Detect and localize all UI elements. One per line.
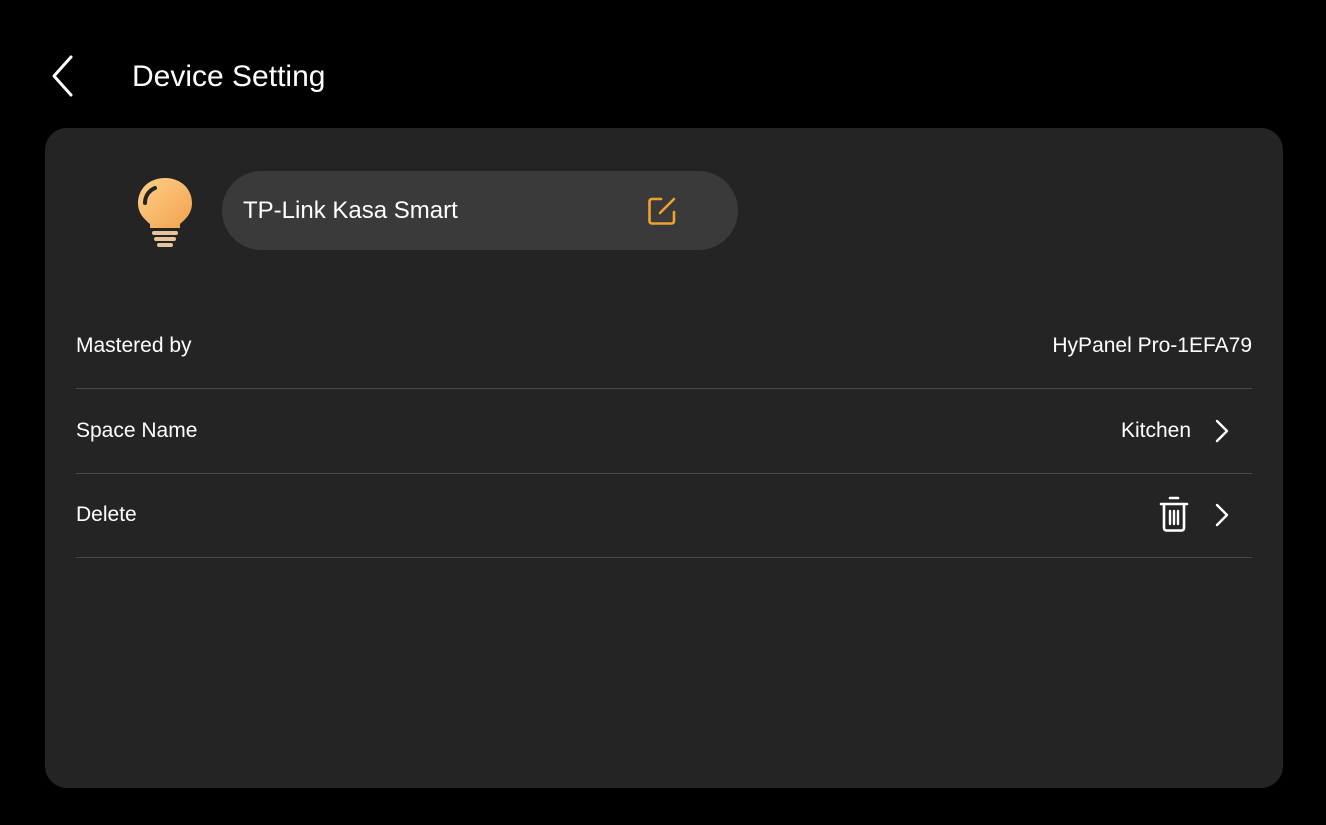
mastered-by-row: Mastered by HyPanel Pro-1EFA79: [76, 304, 1252, 389]
trash-icon[interactable]: [1158, 495, 1190, 533]
mastered-by-value: HyPanel Pro-1EFA79: [1052, 334, 1252, 357]
page-title: Device Setting: [132, 60, 326, 93]
space-name-label: Space Name: [76, 419, 198, 442]
device-name: TP-Link Kasa Smart: [243, 197, 458, 224]
device-setting-screen: Device Setting TP-Link Kasa Smart Master…: [0, 0, 1326, 825]
space-name-row[interactable]: Space Name Kitchen: [76, 389, 1252, 474]
back-button[interactable]: [40, 50, 84, 102]
chevron-right-icon: [1215, 503, 1229, 527]
lightbulb-icon: [133, 176, 197, 248]
space-name-value: Kitchen: [1120, 419, 1191, 442]
mastered-by-label: Mastered by: [76, 334, 192, 357]
edit-icon[interactable]: [646, 195, 678, 227]
header: Device Setting: [0, 0, 1326, 130]
settings-card: TP-Link Kasa Smart Mastered by HyPanel P…: [45, 128, 1283, 788]
chevron-right-icon: [1215, 419, 1229, 443]
device-name-field[interactable]: TP-Link Kasa Smart: [222, 171, 738, 250]
delete-row[interactable]: Delete: [76, 473, 1252, 558]
chevron-left-icon: [52, 55, 73, 97]
delete-label: Delete: [76, 503, 137, 526]
